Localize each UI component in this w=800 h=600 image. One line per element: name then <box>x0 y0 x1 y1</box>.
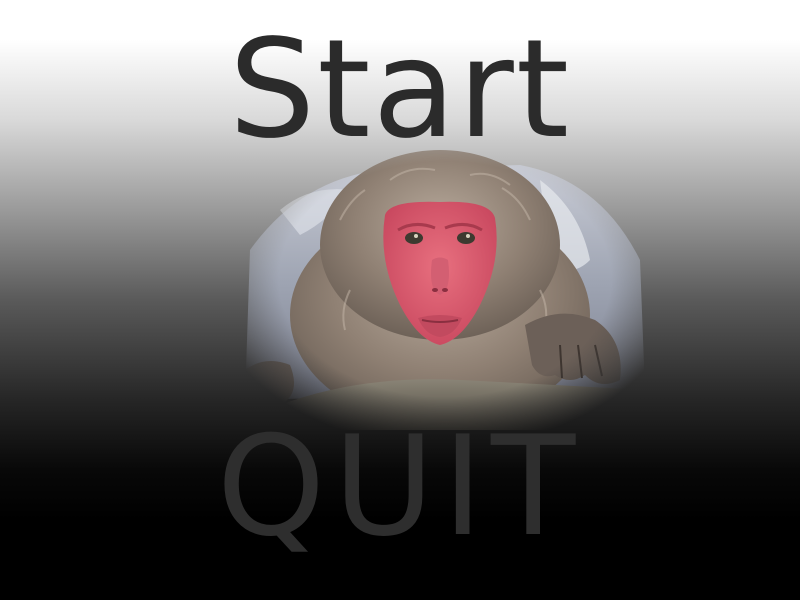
snow-monkey-image <box>245 150 645 430</box>
start-button[interactable]: Start <box>0 22 800 158</box>
main-menu-screen: Start QUIT <box>0 0 800 600</box>
quit-button[interactable]: QUIT <box>0 418 800 556</box>
